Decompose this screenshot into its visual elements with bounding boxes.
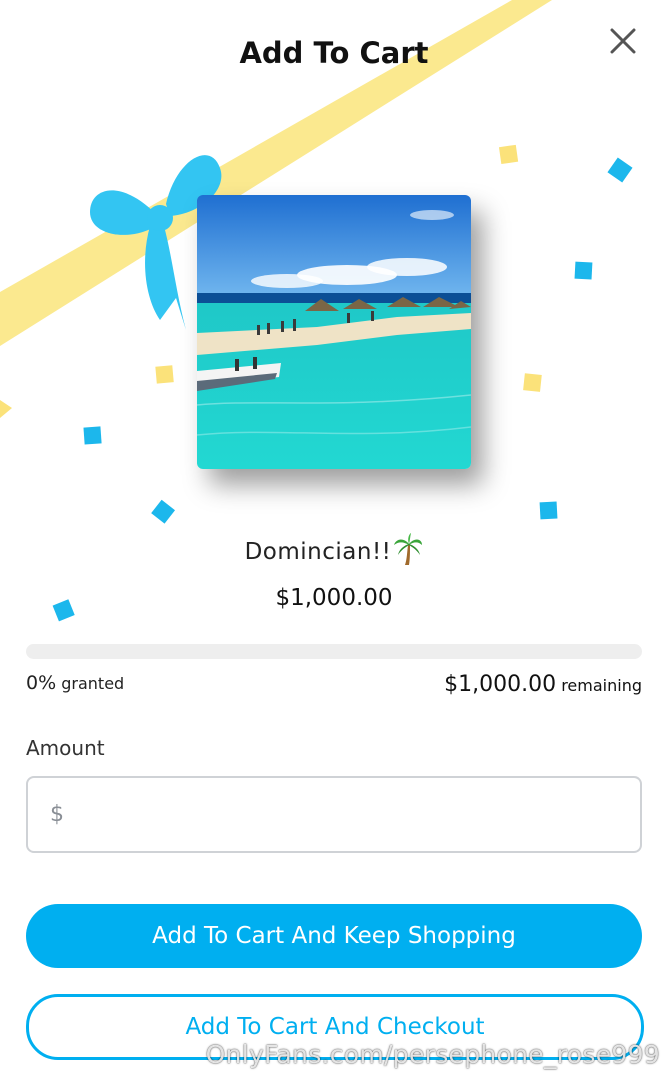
palm-tree-icon	[394, 533, 423, 565]
product-name: Domincian!!	[0, 533, 668, 565]
modal-title: Add To Cart	[239, 36, 429, 70]
close-button[interactable]	[604, 22, 642, 60]
funding-progress-bar	[26, 644, 642, 659]
remaining-amount: $1,000.00	[444, 672, 557, 697]
add-to-cart-keep-shopping-button[interactable]: Add To Cart And Keep Shopping	[26, 904, 642, 968]
product-name-text: Domincian!!	[244, 539, 392, 565]
close-icon[interactable]	[604, 22, 642, 60]
remaining-label: remaining	[561, 676, 642, 695]
remaining-summary: $1,000.00 remaining	[444, 672, 642, 697]
granted-label: granted	[61, 674, 125, 693]
amount-field[interactable]: $	[26, 776, 642, 853]
amount-input[interactable]	[76, 796, 620, 834]
amount-label: Amount	[26, 736, 105, 760]
currency-symbol: $	[50, 802, 64, 827]
product-image	[197, 195, 471, 469]
granted-percent: 0%	[26, 672, 57, 694]
ribbon-tail	[0, 400, 12, 418]
product-price: $1,000.00	[275, 585, 393, 611]
watermark-text: OnlyFans.com/persephone_rose999	[205, 1040, 660, 1069]
granted-summary: 0% granted	[26, 672, 124, 694]
